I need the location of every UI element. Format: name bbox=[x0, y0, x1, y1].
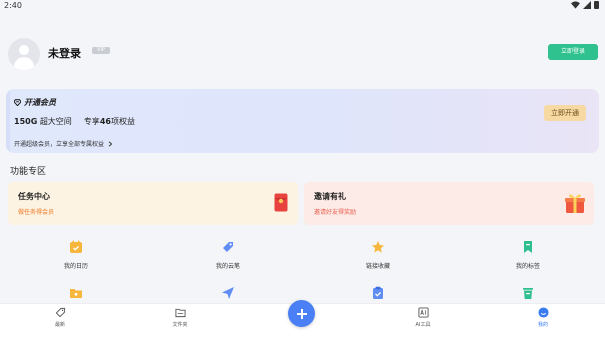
user-name[interactable]: 未登录 bbox=[48, 45, 81, 61]
tool-tags-label: 我的标签 bbox=[515, 263, 540, 270]
profile-header: 未登录 VIP 立即登录 bbox=[8, 38, 598, 70]
vip-benefits: 150G 超大空间 专享46项权益 bbox=[14, 116, 135, 127]
gift-icon bbox=[565, 194, 585, 213]
checklist-icon bbox=[373, 286, 383, 299]
signin-button[interactable]: 立即登录 bbox=[548, 44, 598, 60]
tool-tags[interactable]: 我的标签 bbox=[488, 240, 568, 270]
nav-ai-tools[interactable]: AI工具 bbox=[393, 307, 453, 328]
tool-link-favorites-label: 链接收藏 bbox=[365, 263, 390, 270]
star-icon bbox=[372, 241, 384, 253]
vip-promo-text: 开通超级会员，立享全部专属权益 bbox=[14, 141, 105, 148]
nav-ai-tools-label: AI工具 bbox=[415, 322, 431, 328]
trash-icon bbox=[523, 288, 533, 299]
send-icon bbox=[222, 287, 234, 299]
tag-icon bbox=[55, 307, 65, 318]
nav-recent-label: 最新 bbox=[54, 322, 65, 328]
tag-pen-icon bbox=[223, 242, 233, 252]
task-center-title: 任务中心 bbox=[18, 192, 50, 201]
status-icons bbox=[571, 1, 599, 9]
vip-benefits-suffix: 项权益 bbox=[110, 117, 135, 126]
vip-open-button[interactable]: 立即开通 bbox=[544, 105, 586, 121]
nav-mine-label: 我的 bbox=[537, 322, 548, 328]
nav-recent[interactable]: 最新 bbox=[30, 307, 90, 328]
diamond-icon bbox=[14, 99, 21, 106]
avatar-body bbox=[14, 57, 34, 70]
vip-benefit-count: 专享46项权益 bbox=[84, 116, 135, 127]
status-time: 2:40 bbox=[4, 1, 22, 10]
vip-title-row: 开通会员 bbox=[14, 97, 56, 108]
calendar-icon bbox=[70, 240, 82, 253]
tool-cloud-notes-label: 我的云笔 bbox=[215, 263, 240, 270]
avatar[interactable] bbox=[8, 38, 40, 70]
tool-link-favorites[interactable]: 链接收藏 bbox=[338, 240, 418, 270]
red-packet-icon bbox=[274, 193, 288, 212]
nav-mine[interactable]: 我的 bbox=[513, 307, 573, 328]
avatar-head bbox=[19, 45, 29, 55]
vip-storage-value: 150G bbox=[14, 117, 38, 126]
folder-icon bbox=[70, 289, 82, 298]
bookmark-icon bbox=[524, 241, 532, 253]
task-center-subtitle: 做任务得会员 bbox=[18, 209, 55, 216]
battery-icon bbox=[594, 1, 599, 9]
add-button[interactable] bbox=[288, 300, 315, 327]
nav-folder-label: 文件夹 bbox=[172, 322, 188, 328]
signal-icon bbox=[583, 1, 591, 9]
invite-subtitle: 邀请好友得奖励 bbox=[314, 209, 357, 216]
vip-promo-link[interactable]: 开通超级会员，立享全部专属权益 bbox=[14, 139, 113, 148]
vip-benefits-prefix: 专享 bbox=[83, 117, 100, 126]
tool-cloud-notes[interactable]: 我的云笔 bbox=[188, 240, 268, 270]
ai-tools-icon bbox=[417, 307, 429, 318]
wifi-icon bbox=[571, 1, 580, 9]
invite-title: 邀请有礼 bbox=[314, 192, 346, 201]
tool-checklist[interactable] bbox=[338, 286, 418, 300]
tool-send[interactable] bbox=[188, 286, 268, 300]
section-title: 功能专区 bbox=[10, 167, 47, 177]
vip-benefits-count: 46 bbox=[99, 117, 111, 126]
task-center-card[interactable]: 任务中心 做任务得会员 bbox=[8, 182, 298, 225]
vip-card[interactable]: 开通会员 150G 超大空间 专享46项权益 开通超级会员，立享全部专属权益 立… bbox=[6, 89, 599, 153]
smile-face-icon bbox=[537, 307, 549, 318]
vip-title: 开通会员 bbox=[24, 98, 56, 107]
vip-badge: VIP bbox=[92, 47, 110, 54]
tool-folder[interactable] bbox=[36, 286, 116, 300]
tool-calendar[interactable]: 我的日历 bbox=[36, 240, 116, 270]
vip-storage: 150G 超大空间 bbox=[14, 116, 72, 127]
invite-card[interactable]: 邀请有礼 邀请好友得奖励 bbox=[304, 182, 594, 225]
vip-storage-suffix: 超大空间 bbox=[39, 117, 72, 126]
nav-folder[interactable]: 文件夹 bbox=[150, 307, 210, 328]
folder-outline-icon bbox=[174, 308, 186, 318]
chevron-right-icon bbox=[108, 140, 113, 147]
status-bar: 2:40 bbox=[0, 0, 605, 12]
tool-calendar-label: 我的日历 bbox=[63, 263, 88, 270]
tool-trash[interactable] bbox=[488, 286, 568, 300]
